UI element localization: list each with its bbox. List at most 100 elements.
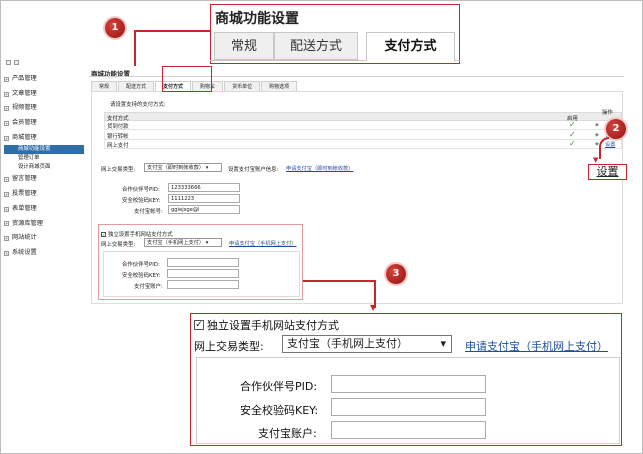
- sidebar-item-label: 表单管理: [12, 204, 37, 212]
- key-label: 安全校验码KEY:: [122, 198, 161, 204]
- expand-all-icon[interactable]: [6, 59, 11, 65]
- connector-2: [599, 137, 609, 159]
- mobile-pid-label: 合作伙伴号PID:: [122, 262, 160, 268]
- sidebar-item-label: 视频管理: [12, 104, 37, 112]
- pid-label: 合作伙伴号PID:: [122, 187, 160, 193]
- checkbox-checked-icon[interactable]: ✓: [101, 231, 106, 237]
- sidebar-item[interactable]: + 表单管理: [4, 202, 84, 217]
- zoom-pid-input[interactable]: [331, 375, 486, 393]
- trade-type-value: 支付宝（即时到帐收款）: [147, 165, 205, 171]
- zoom-account-input[interactable]: [331, 421, 486, 439]
- checkmark-icon[interactable]: ✓: [569, 139, 576, 148]
- account-input[interactable]: ggiejsge@l: [168, 205, 240, 214]
- zoom-apply-mobile-alipay-link[interactable]: 申请支付宝（手机网上支付）: [465, 338, 608, 354]
- plus-expand-icon[interactable]: +: [4, 120, 9, 126]
- zoom-page-title: 商城功能设置: [215, 11, 299, 27]
- sidebar-item[interactable]: + 视频管理: [4, 101, 84, 116]
- mobile-pid-input[interactable]: [167, 258, 239, 267]
- mobile-key-input[interactable]: [167, 269, 239, 278]
- zoom-account-label: 支付宝账户:: [258, 427, 317, 440]
- key-input[interactable]: 1111223: [168, 194, 240, 203]
- plus-expand-icon[interactable]: +: [4, 191, 9, 197]
- sidebar-subitem[interactable]: 管理订单: [4, 154, 84, 163]
- dropdown-arrow-icon: ▾: [205, 240, 209, 246]
- sidebar-item-label: 投票管理: [12, 190, 37, 198]
- plus-expand-icon[interactable]: +: [4, 206, 9, 212]
- sidebar-item-label: 网站统计: [12, 234, 37, 242]
- apply-alipay-link[interactable]: 申请支付宝（即时到帐收款）: [286, 165, 353, 172]
- zoom-tab-shipping[interactable]: 配送方式: [274, 32, 358, 60]
- sidebar-item[interactable]: + 资源库管理: [4, 217, 84, 232]
- sidebar-item-label: 商城管理: [12, 133, 37, 141]
- sort-handle-icon[interactable]: ◆: [595, 122, 599, 128]
- mobile-account-label: 支付宝账户:: [134, 284, 163, 290]
- sidebar-item-label: 文章管理: [12, 89, 37, 97]
- mobile-account-input[interactable]: [167, 280, 239, 289]
- apply-mobile-alipay-link[interactable]: 申请支付宝（手机网上支付）: [229, 240, 296, 247]
- tab-item[interactable]: 货币单位: [224, 81, 261, 91]
- sidebar-item[interactable]: + 网站统计: [4, 231, 84, 246]
- plus-expand-icon[interactable]: +: [4, 236, 9, 242]
- table-row: 网上支付 ✓ ◆ 设置: [104, 139, 622, 149]
- table-row: 银行转帐✓◆设置: [104, 130, 622, 140]
- plus-expand-icon[interactable]: +: [4, 250, 9, 256]
- connector-1-vertical: [134, 30, 136, 66]
- plus-expand-icon[interactable]: +: [4, 106, 9, 112]
- sidebar-item[interactable]: + 产品管理: [4, 72, 84, 87]
- zoom-mobile-checkbox-label: 独立设置手机网站支付方式: [207, 319, 339, 332]
- zoom-tab-general[interactable]: 常规: [214, 32, 274, 60]
- plus-expand-icon[interactable]: +: [4, 177, 9, 183]
- plus-expand-icon[interactable]: +: [4, 221, 9, 227]
- tab-item[interactable]: 购物选项: [261, 81, 298, 91]
- connector-2-arrow: ▼: [593, 156, 599, 164]
- zoom-trade-select[interactable]: 支付宝（手机网上支付） ▾: [282, 335, 452, 353]
- plus-expand-icon[interactable]: +: [4, 76, 9, 82]
- payment-method-name: 网上支付: [107, 143, 129, 149]
- zoom-mobile-checkbox-row[interactable]: ✓ 独立设置手机网站支付方式: [194, 317, 339, 333]
- tab-item[interactable]: 配送方式: [118, 81, 155, 91]
- sidebar-subitem[interactable]: 设计商城页面: [4, 163, 84, 172]
- collapse-all-icon[interactable]: [14, 59, 19, 65]
- zoom-key-label: 安全校验码KEY:: [240, 404, 319, 417]
- payment-tab-highlight: [162, 66, 212, 92]
- sidebar-item[interactable]: + 会员管理: [4, 116, 84, 131]
- tab-item[interactable]: 常规: [91, 81, 118, 91]
- plus-expand-icon[interactable]: +: [4, 135, 9, 141]
- mobile-trade-select[interactable]: 支付宝（手机网上支付） ▾: [144, 238, 222, 247]
- trade-type-select[interactable]: 支付宝（即时到帐收款） ▾: [144, 163, 222, 172]
- zoom-pid-label: 合作伙伴号PID:: [240, 380, 318, 393]
- trade-type-label: 网上交易类型:: [101, 167, 136, 173]
- sort-handle-icon[interactable]: ◆: [595, 132, 599, 138]
- dropdown-arrow-icon: ▾: [205, 165, 209, 171]
- checkmark-icon[interactable]: ✓: [569, 130, 576, 139]
- step-badge-1: 1: [105, 18, 125, 38]
- grid-header-action: 操作: [602, 110, 613, 116]
- table-row: 货到付款 ✓ ◆: [104, 120, 622, 130]
- sidebar-item-label: 资源库管理: [12, 219, 43, 227]
- sidebar-toolbar: [4, 58, 84, 66]
- sidebar-item-label: 留言管理: [12, 175, 37, 183]
- zoom-key-input[interactable]: [331, 398, 486, 416]
- plus-expand-icon[interactable]: +: [4, 91, 9, 97]
- zoom-tab-payment[interactable]: 支付方式: [366, 32, 455, 61]
- checkmark-icon[interactable]: ✓: [569, 120, 576, 129]
- mobile-checkbox-row[interactable]: ✓ 独立设置手机网站支付方式: [101, 230, 173, 238]
- sidebar-item-label: 系统设置: [12, 248, 37, 256]
- connector-1-horizontal: [134, 30, 210, 32]
- sidebar-subitem[interactable]: 商城功能设置: [4, 145, 84, 155]
- sidebar-item[interactable]: + 留言管理: [4, 172, 84, 187]
- sidebar-item-label: 产品管理: [12, 75, 37, 82]
- mobile-key-label: 安全校验码KEY:: [122, 273, 161, 279]
- sidebar: + 产品管理 + 文章管理 + 视频管理 + 会员管理 + 商城管理 商城功能设置 管理订单 设计商城…: [4, 58, 84, 261]
- payment-prompt: 请设置支持的支付方式:: [110, 102, 166, 108]
- mobile-checkbox-label: 独立设置手机网站支付方式: [108, 232, 173, 238]
- payment-method-name: 银行转帐: [107, 133, 129, 140]
- sidebar-item[interactable]: + 文章管理: [4, 87, 84, 102]
- zoom-settings-link[interactable]: 设置: [588, 164, 627, 180]
- checkbox-checked-icon[interactable]: ✓: [194, 320, 204, 330]
- sidebar-item[interactable]: + 商城管理: [4, 131, 84, 146]
- sidebar-item-label: 会员管理: [12, 119, 37, 127]
- sidebar-item[interactable]: + 投票管理: [4, 187, 84, 202]
- sidebar-item[interactable]: + 系统设置: [4, 246, 84, 261]
- pid-input[interactable]: 123333666: [168, 183, 240, 192]
